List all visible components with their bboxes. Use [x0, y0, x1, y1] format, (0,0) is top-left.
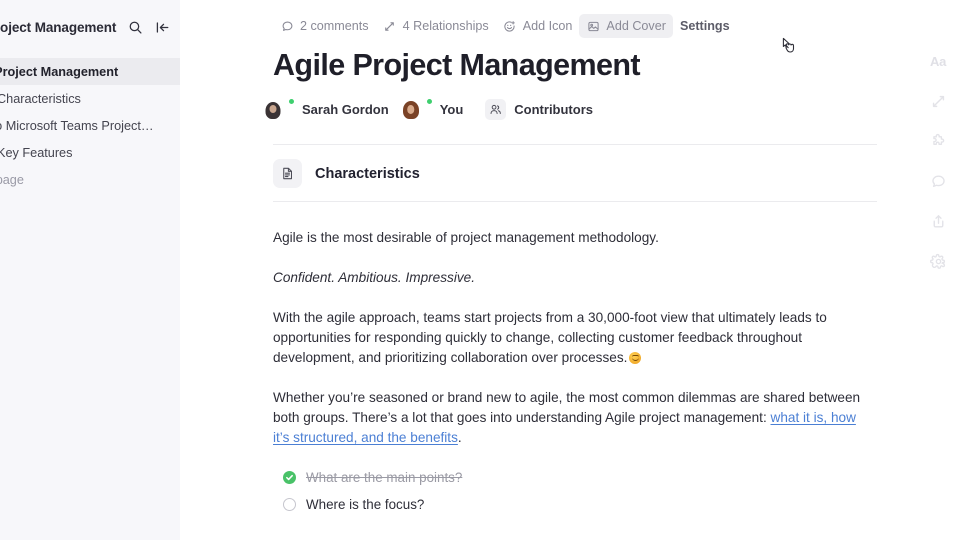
- sidebar: Project Management le Project Management: [0, 0, 180, 540]
- avatar: [273, 98, 295, 120]
- puzzle-piece-icon[interactable]: [927, 130, 949, 152]
- checklist: What are the main points? Where is the f…: [273, 464, 960, 518]
- add-icon-label: Add Icon: [522, 19, 573, 33]
- document-reference-block[interactable]: Characteristics: [273, 145, 960, 201]
- sidebar-item-key-features[interactable]: Key Features: [0, 139, 180, 166]
- page-title[interactable]: Agile Project Management: [273, 48, 960, 83]
- contributors-label: Contributors: [514, 102, 593, 118]
- sidebar-page-list: le Project Management Characteristics de…: [0, 54, 180, 193]
- share-icon[interactable]: [927, 210, 949, 232]
- paragraph-2-italic: Confident. Ambitious. Impressive.: [273, 270, 475, 286]
- paragraph-1: Agile is the most desirable of project m…: [273, 230, 659, 246]
- document-icon: [273, 159, 302, 189]
- checkbox-checked-icon[interactable]: [283, 471, 296, 485]
- app-window: Project Management le Project Management: [0, 0, 960, 540]
- sidebar-item-label: w page: [0, 172, 24, 187]
- add-cover-button[interactable]: Add Cover: [579, 14, 673, 38]
- sidebar-item-guide-to-microsoft-teams[interactable]: de to Microsoft Teams Project…: [0, 112, 180, 139]
- online-status-dot: [288, 98, 295, 106]
- smiling-face-emoji: [629, 352, 642, 365]
- checklist-item-label: Where is the focus?: [306, 497, 425, 513]
- typography-label: Aa: [929, 53, 947, 69]
- smiley-face-icon: [503, 19, 517, 33]
- relationships-icon[interactable]: [927, 90, 949, 112]
- add-cover-label: Add Cover: [606, 19, 666, 33]
- typography-icon[interactable]: Aa: [927, 50, 949, 72]
- settings-label: Settings: [679, 19, 730, 33]
- collapse-sidebar-icon[interactable]: [152, 17, 172, 37]
- sidebar-item-label: de to Microsoft Teams Project…: [0, 118, 154, 133]
- sidebar-item-new-page[interactable]: w page: [0, 166, 180, 193]
- author-name: Sarah Gordon: [302, 102, 389, 118]
- paragraph-3-text: With the agile approach, teams start pro…: [273, 310, 827, 366]
- avatar: [411, 98, 433, 120]
- sidebar-item-agile-project-management[interactable]: le Project Management: [0, 58, 180, 85]
- add-icon-button[interactable]: Add Icon: [496, 14, 580, 38]
- rich-text-body[interactable]: Agile is the most desirable of project m…: [273, 202, 960, 518]
- relationships-button[interactable]: 4 Relationships: [376, 14, 496, 38]
- sidebar-header: Project Management: [0, 0, 180, 54]
- right-toolbar: Aa: [916, 0, 960, 540]
- author-you[interactable]: You: [411, 98, 464, 120]
- sidebar-item-characteristics[interactable]: Characteristics: [0, 85, 180, 112]
- checkbox-unchecked-icon[interactable]: [283, 498, 296, 512]
- sidebar-workspace-title: Project Management: [0, 19, 117, 35]
- main-content: 2 comments 4 Relationships Add Icon Add …: [180, 0, 960, 540]
- paragraph-4: Whether you’re seasoned or brand new to …: [273, 388, 873, 448]
- search-icon[interactable]: [125, 17, 145, 37]
- people-group-icon: [485, 99, 507, 121]
- page-toolbar: 2 comments 4 Relationships Add Icon Add …: [273, 0, 960, 40]
- comments-button[interactable]: 2 comments: [273, 14, 376, 38]
- comment-icon: [280, 19, 294, 33]
- authors-row: Sarah Gordon You Contributors: [273, 98, 960, 121]
- document-reference-label: Characteristics: [315, 165, 420, 182]
- image-icon: [586, 19, 600, 33]
- gear-icon[interactable]: [927, 250, 949, 272]
- checklist-item-label: What are the main points?: [306, 470, 463, 486]
- paragraph-3: With the agile approach, teams start pro…: [273, 308, 873, 368]
- comment-icon[interactable]: [927, 170, 949, 192]
- author-sarah-gordon[interactable]: Sarah Gordon: [273, 98, 389, 120]
- checklist-item-done[interactable]: What are the main points?: [283, 464, 960, 491]
- online-status-dot: [425, 98, 433, 106]
- sidebar-item-label: Characteristics: [0, 91, 81, 106]
- document-body: 2 comments 4 Relationships Add Icon Add …: [180, 0, 960, 518]
- sidebar-item-label: Key Features: [0, 145, 73, 160]
- comments-label: 2 comments: [300, 19, 369, 33]
- sidebar-item-label: le Project Management: [0, 64, 119, 79]
- relationships-icon: [383, 19, 397, 33]
- author-name: You: [439, 102, 464, 118]
- contributors-button[interactable]: Contributors: [485, 99, 593, 121]
- relationships-label: 4 Relationships: [402, 19, 489, 33]
- settings-button[interactable]: Settings: [673, 14, 737, 38]
- paragraph-4-tail: .: [457, 430, 462, 446]
- checklist-item-todo[interactable]: Where is the focus?: [283, 491, 960, 518]
